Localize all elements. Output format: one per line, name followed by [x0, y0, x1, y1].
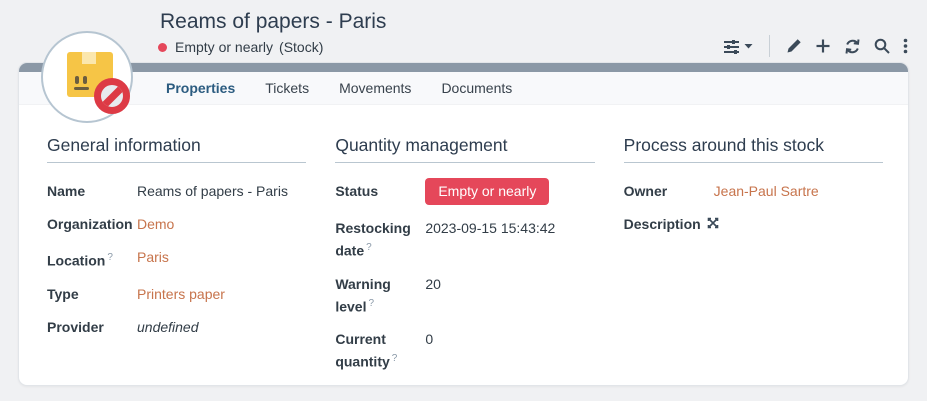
stock-avatar — [41, 31, 133, 123]
more-menu-button[interactable] — [903, 38, 908, 54]
field-value: undefined — [137, 318, 306, 337]
field-label: Name — [47, 182, 137, 201]
status-line: Empty or nearly (Stock) — [158, 39, 323, 55]
field-value: 20 — [425, 275, 594, 317]
field-label: Restocking date? — [335, 219, 425, 261]
field-label: Current quantity? — [335, 330, 425, 372]
field-row-organization: Organization Demo — [47, 215, 306, 234]
stock-card: Properties Tickets Movements Documents G… — [18, 62, 909, 386]
help-marker: ? — [368, 298, 374, 309]
help-marker: ? — [366, 242, 372, 253]
field-label: Status — [335, 182, 425, 205]
prohibition-icon — [94, 78, 130, 114]
section-title: Quantity management — [335, 135, 594, 163]
search-icon — [874, 38, 890, 54]
field-row-status: Status Empty or nearly — [335, 182, 594, 205]
plus-icon — [815, 38, 831, 54]
field-value: 2023-09-15 15:43:42 — [425, 219, 594, 261]
field-label: Provider — [47, 318, 137, 337]
field-row-warning-level: Warning level? 20 — [335, 275, 594, 317]
field-row-current-quantity: Current quantity? 0 — [335, 330, 594, 372]
tab-tickets[interactable]: Tickets — [250, 72, 324, 105]
field-label: Description — [624, 215, 883, 234]
field-row-provider: Provider undefined — [47, 318, 306, 337]
field-label: Owner — [624, 182, 714, 201]
section-title: General information — [47, 135, 306, 163]
field-row-description: Description — [624, 215, 883, 234]
type-link[interactable]: Printers paper — [137, 286, 225, 302]
organization-link[interactable]: Demo — [137, 216, 174, 232]
toolbar — [723, 34, 908, 58]
section-process-around-stock: Process around this stock Owner Jean-Pau… — [624, 135, 883, 386]
field-row-restocking-date: Restocking date? 2023-09-15 15:43:42 — [335, 219, 594, 261]
tab-bar: Properties Tickets Movements Documents — [19, 72, 908, 105]
sliders-filter-icon — [723, 38, 740, 55]
caret-down-icon — [744, 43, 753, 49]
refresh-icon — [844, 38, 861, 55]
pencil-icon — [786, 38, 802, 54]
filter-button[interactable] — [723, 38, 753, 55]
search-button[interactable] — [874, 38, 890, 54]
toolbar-divider — [769, 35, 770, 57]
field-label: Warning level? — [335, 275, 425, 317]
help-marker: ? — [392, 353, 398, 364]
field-row-owner: Owner Jean-Paul Sartre — [624, 182, 883, 201]
tab-documents[interactable]: Documents — [426, 72, 527, 105]
section-general-information: General information Name Reams of papers… — [47, 135, 306, 386]
status-label: Empty or nearly — [175, 39, 273, 55]
field-label: Organization — [47, 215, 137, 234]
status-dot-icon — [158, 43, 167, 52]
section-title: Process around this stock — [624, 135, 883, 163]
field-row-name: Name Reams of papers - Paris — [47, 182, 306, 201]
field-value: 0 — [425, 330, 594, 372]
edit-button[interactable] — [786, 38, 802, 54]
tab-properties[interactable]: Properties — [151, 72, 250, 105]
kebab-menu-icon — [903, 38, 908, 54]
section-quantity-management: Quantity management Status Empty or near… — [335, 135, 594, 386]
refresh-button[interactable] — [844, 38, 861, 55]
field-row-location: Location? Paris — [47, 248, 306, 271]
expand-icon[interactable] — [707, 215, 719, 234]
field-row-type: Type Printers paper — [47, 285, 306, 304]
field-value: Reams of papers - Paris — [137, 182, 306, 201]
field-label: Type — [47, 285, 137, 304]
status-suffix: (Stock) — [279, 39, 323, 55]
owner-link[interactable]: Jean-Paul Sartre — [714, 183, 819, 199]
tab-movements[interactable]: Movements — [324, 72, 426, 105]
help-marker: ? — [107, 252, 113, 263]
page-title: Reams of papers - Paris — [160, 10, 386, 34]
field-label: Location? — [47, 248, 137, 271]
location-link[interactable]: Paris — [137, 249, 169, 265]
card-content: General information Name Reams of papers… — [19, 105, 908, 386]
status-badge: Empty or nearly — [425, 178, 549, 205]
add-button[interactable] — [815, 38, 831, 54]
